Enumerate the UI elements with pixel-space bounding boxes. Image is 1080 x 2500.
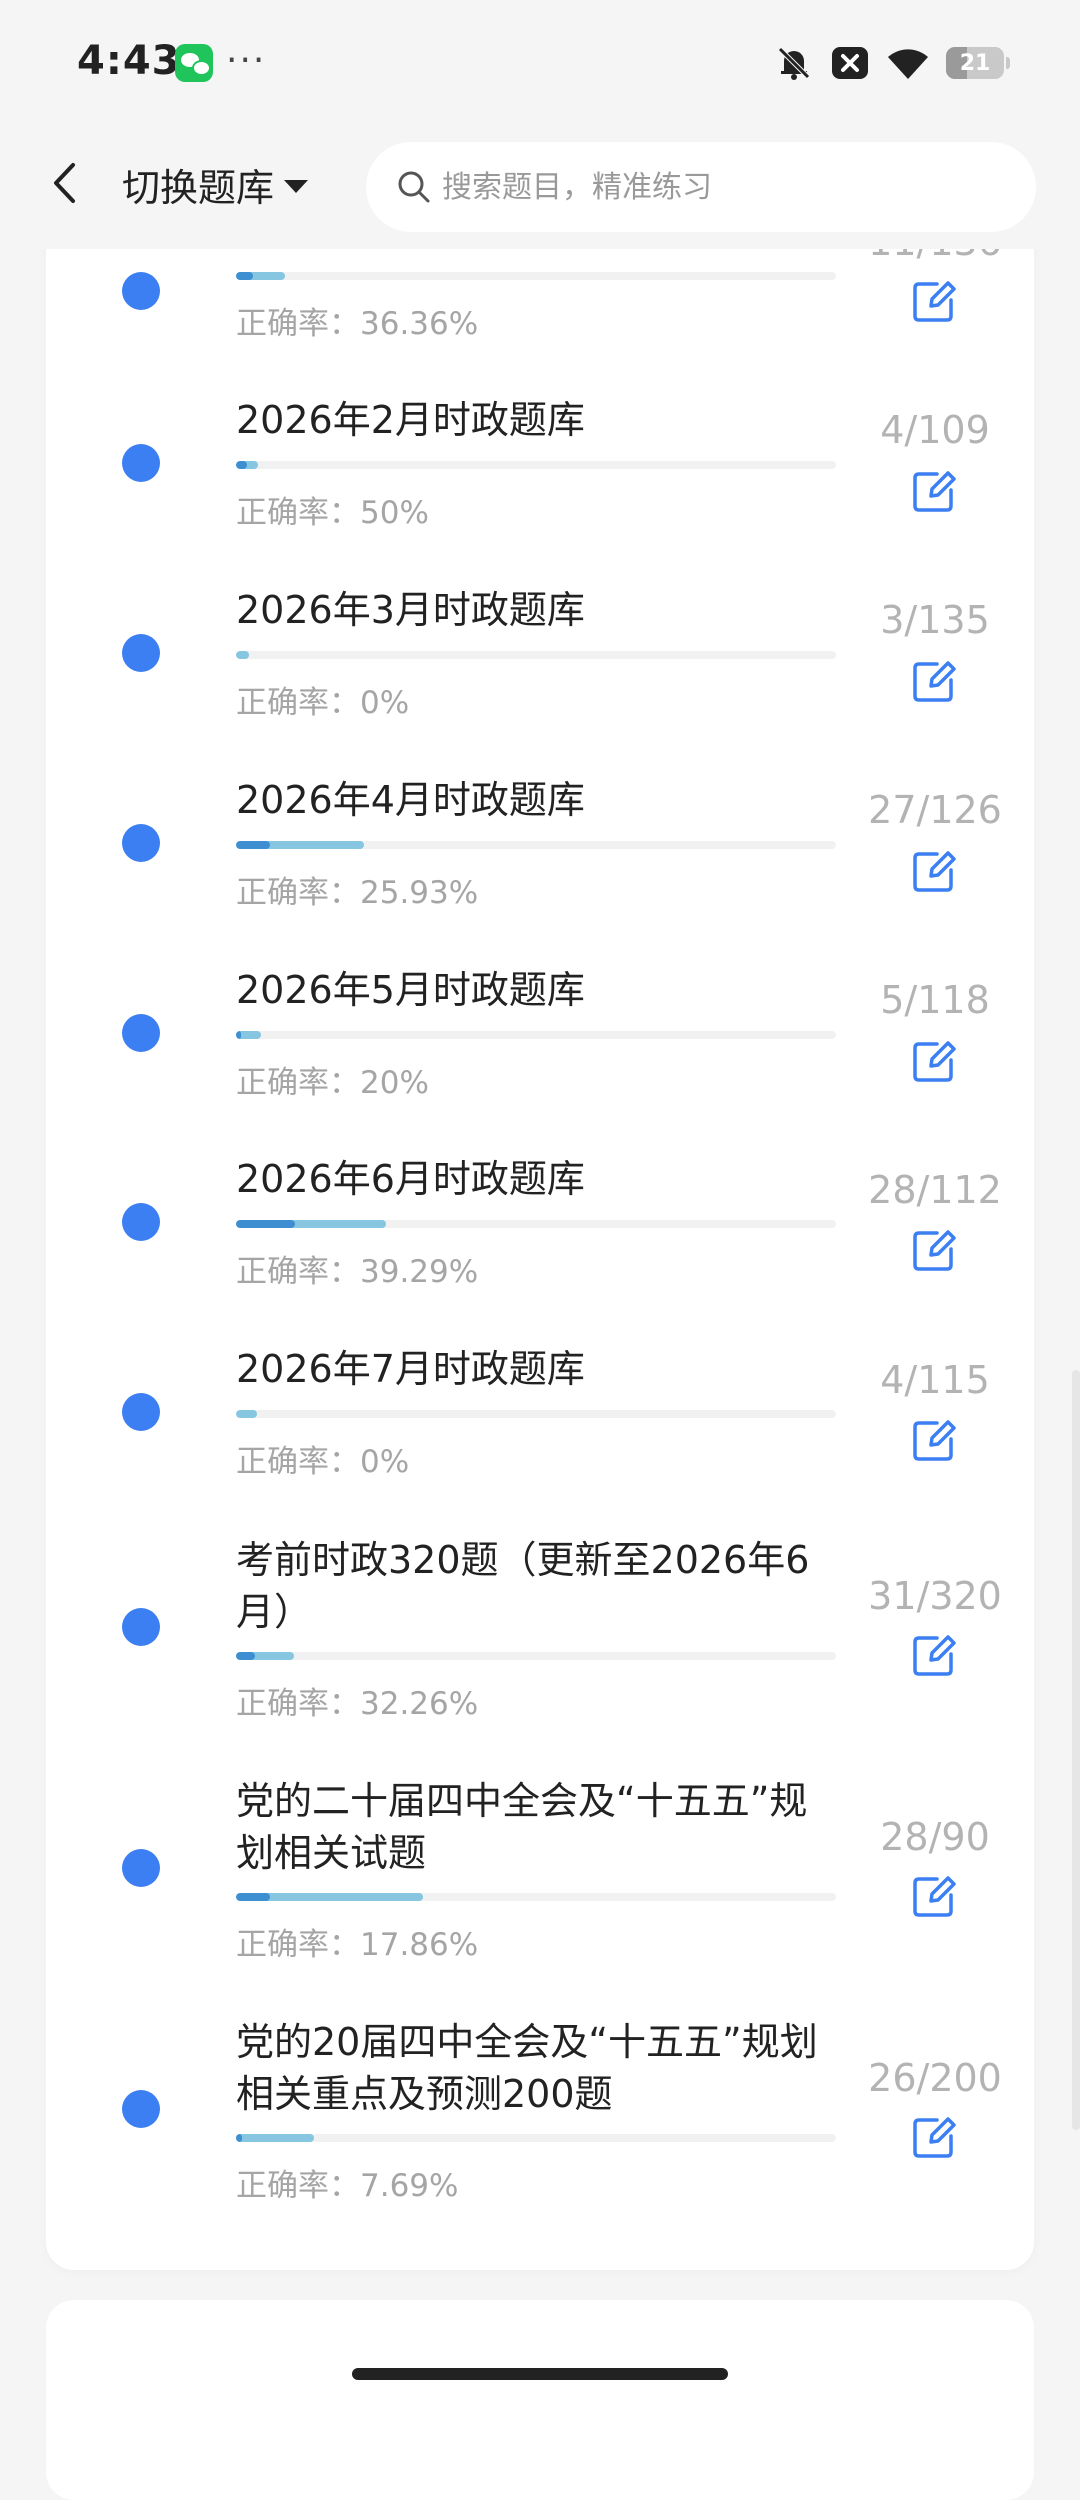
correct-fill <box>236 1893 270 1901</box>
progress-bar <box>236 1220 836 1228</box>
item-title: 党的20届四中全会及“十五五”规划相关重点及预测200题 <box>236 2020 818 2116</box>
next-card <box>46 2300 1034 2500</box>
item-title: 2026年7月时政题库 <box>236 1347 585 1391</box>
status-dot <box>122 1608 160 1646</box>
progress-count: 31/320 <box>868 1574 1002 1618</box>
more-dots-icon: ··· <box>226 40 267 81</box>
accuracy-text: 正确率：50% <box>236 495 429 531</box>
progress-bar <box>236 2134 836 2142</box>
status-dot <box>122 1849 160 1887</box>
accuracy-text: 正确率：25.93% <box>236 875 479 911</box>
progress-count: 26/200 <box>868 2056 1002 2100</box>
progress-bar <box>236 651 836 659</box>
progress-bar <box>236 1031 836 1039</box>
edit-practice-icon[interactable] <box>911 1227 957 1273</box>
edit-practice-icon[interactable] <box>911 848 957 894</box>
edit-practice-icon[interactable] <box>911 658 957 704</box>
accuracy-text: 正确率：7.69% <box>236 2168 459 2204</box>
correct-fill <box>236 461 247 469</box>
item-title: 党的二十届四中全会及“十五五”规划相关试题 <box>236 1779 808 1875</box>
status-dot <box>122 1203 160 1241</box>
status-dot <box>122 1393 160 1431</box>
correct-fill <box>236 1220 295 1228</box>
header: 切换题库 <box>0 125 1080 249</box>
progress-count: 5/118 <box>880 978 990 1022</box>
item-title: 2026年4月时政题库 <box>236 778 585 822</box>
progress-count: 4/115 <box>880 1358 990 1402</box>
accuracy-text: 正确率：36.36% <box>236 306 479 342</box>
mute-bell-icon <box>778 47 810 80</box>
progress-fill <box>236 2134 314 2142</box>
item-title: 考前时政320题（更新至2026年6月） <box>236 1538 810 1634</box>
wechat-icon <box>175 44 213 82</box>
status-icons: 21 <box>774 42 1010 84</box>
edit-practice-icon[interactable] <box>911 1038 957 1084</box>
caret-down-icon <box>284 179 309 193</box>
accuracy-text: 正确率：0% <box>236 1444 410 1480</box>
home-indicator[interactable] <box>352 2368 728 2380</box>
search-input[interactable] <box>440 168 1004 206</box>
correct-fill <box>236 1652 255 1660</box>
accuracy-text: 正确率：20% <box>236 1065 429 1101</box>
progress-bar <box>236 1893 836 1901</box>
search-icon <box>398 171 430 203</box>
progress-bar <box>236 841 836 849</box>
wifi-icon <box>888 49 928 79</box>
edit-practice-icon[interactable] <box>911 1417 957 1463</box>
progress-bar <box>236 272 836 280</box>
status-dot <box>122 2090 160 2128</box>
search-bar[interactable] <box>366 142 1036 232</box>
switch-bank-label: 切换题库 <box>122 165 275 210</box>
progress-bar <box>236 1652 836 1660</box>
battery-icon: 21 <box>946 47 1010 79</box>
battery-level: 21 <box>959 50 991 76</box>
progress-bar <box>236 1410 836 1418</box>
edit-practice-icon[interactable] <box>911 2114 957 2160</box>
progress-count: 4/109 <box>880 408 990 452</box>
item-title: 2026年6月时政题库 <box>236 1157 585 1201</box>
progress-fill <box>236 1410 257 1418</box>
item-title: 2026年2月时政题库 <box>236 398 585 442</box>
correct-fill <box>236 1031 241 1039</box>
status-bar: 4:43 ··· 21 <box>0 0 1080 125</box>
edit-practice-icon[interactable] <box>911 468 957 514</box>
status-dot <box>122 824 160 862</box>
back-arrow-icon <box>54 163 75 203</box>
status-dot <box>122 272 160 310</box>
progress-fill <box>236 651 250 659</box>
switch-bank-dropdown[interactable]: 切换题库 <box>122 155 309 213</box>
item-title: 2026年3月时政题库 <box>236 588 585 632</box>
progress-count: 28/90 <box>880 1815 990 1859</box>
edit-practice-icon[interactable] <box>911 1873 957 1919</box>
correct-fill <box>236 841 270 849</box>
item-title: 2026年5月时政题库 <box>236 968 585 1012</box>
accuracy-text: 正确率：17.86% <box>236 1927 479 1963</box>
correct-fill <box>236 2134 242 2142</box>
status-dot <box>122 1014 160 1052</box>
edit-practice-icon[interactable] <box>911 1632 957 1678</box>
status-dot <box>122 444 160 482</box>
progress-count: 27/126 <box>868 788 1002 832</box>
progress-count: 28/112 <box>868 1168 1002 1212</box>
correct-fill <box>236 272 254 280</box>
edit-practice-icon[interactable] <box>911 278 957 324</box>
scrollbar[interactable] <box>1072 1370 1080 2130</box>
notification-x-icon <box>832 47 868 79</box>
accuracy-text: 正确率：32.26% <box>236 1686 479 1722</box>
status-time: 4:43 <box>77 38 181 84</box>
accuracy-text: 正确率：39.29% <box>236 1254 479 1290</box>
progress-count: 3/135 <box>880 598 990 642</box>
accuracy-text: 正确率：0% <box>236 685 410 721</box>
back-button[interactable] <box>40 153 88 213</box>
status-dot <box>122 634 160 672</box>
progress-bar <box>236 461 836 469</box>
